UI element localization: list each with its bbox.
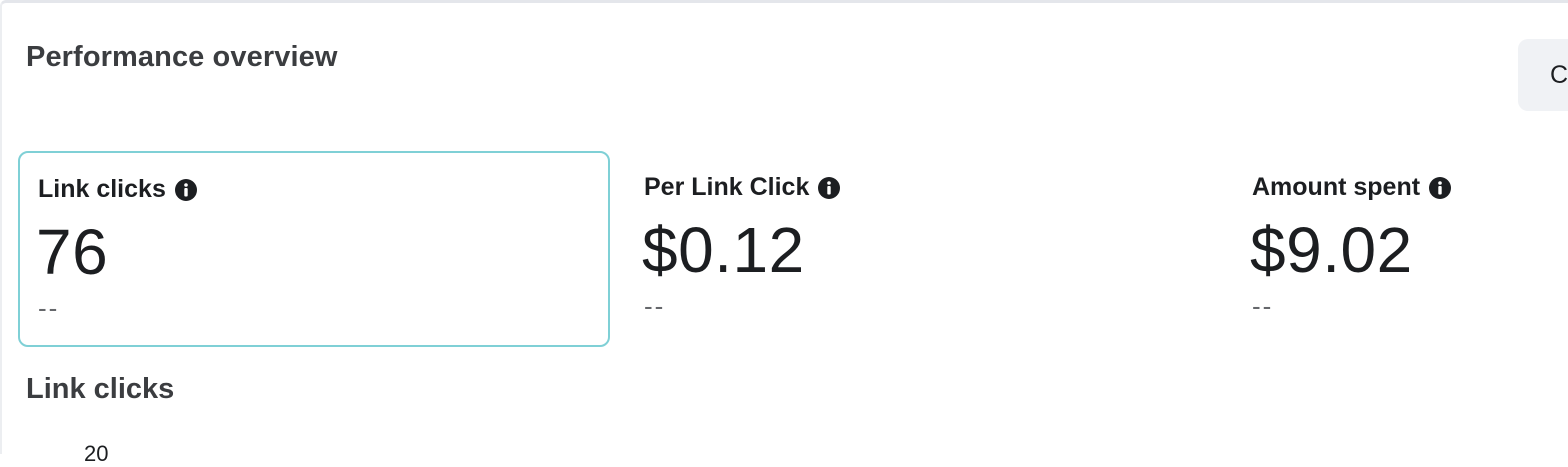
- metric-value: $0.12: [642, 214, 805, 286]
- metric-label: Amount spent: [1252, 173, 1452, 202]
- metric-label: Link clicks: [38, 175, 198, 204]
- metric-card-amount-spent[interactable]: Amount spent $9.02 --: [1234, 151, 1568, 347]
- metric-change: --: [644, 291, 666, 321]
- metric-label: Per Link Click: [644, 173, 841, 202]
- metric-change: --: [1252, 291, 1274, 321]
- metric-label-text: Per Link Click: [644, 173, 810, 201]
- y-axis-tick-label: 20: [84, 441, 109, 466]
- metric-card-per-link-click[interactable]: Per Link Click $0.12 --: [626, 151, 1218, 347]
- page-title: Performance overview: [26, 41, 338, 73]
- performance-overview-panel: Performance overview C Link clicks 76 --…: [0, 0, 1568, 466]
- metric-value: $9.02: [1250, 214, 1413, 286]
- info-icon[interactable]: [174, 178, 198, 202]
- metric-change: --: [38, 293, 60, 323]
- info-icon[interactable]: [1428, 176, 1452, 200]
- metric-card-link-clicks[interactable]: Link clicks 76 --: [18, 151, 610, 347]
- chart-title: Link clicks: [26, 373, 175, 405]
- info-icon[interactable]: [817, 176, 841, 200]
- header-action-button[interactable]: C: [1518, 39, 1568, 111]
- metric-label-text: Amount spent: [1252, 173, 1421, 201]
- metric-value: 76: [36, 216, 109, 288]
- metric-label-text: Link clicks: [38, 175, 166, 203]
